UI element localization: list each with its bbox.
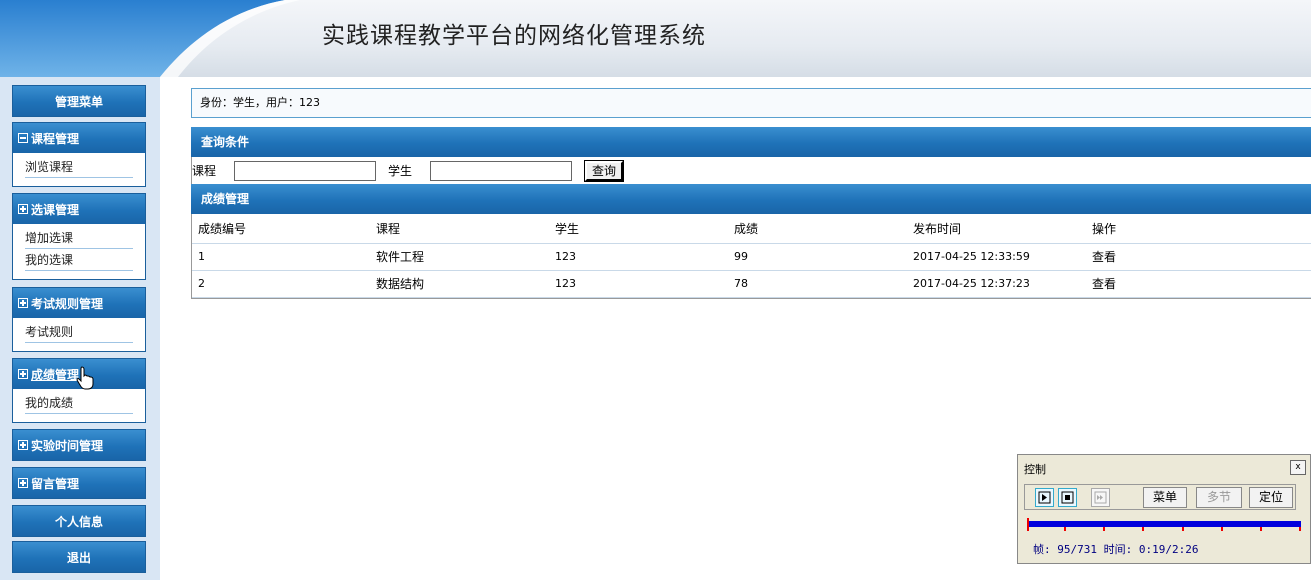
playback-control-window: 控制 x 菜单 多节 定位 帧: 95/731 时间: 0:19/2:26 <box>1017 454 1311 564</box>
panel-title: 选课管理 <box>31 202 80 217</box>
course-input[interactable] <box>234 160 377 181</box>
sidebar-panel-lab-time-header[interactable]: 实验时间管理 <box>13 430 145 460</box>
expand-icon <box>18 440 28 450</box>
sidebar-item-add-selection[interactable]: 增加选课 <box>25 227 133 249</box>
stop-icon[interactable] <box>1058 488 1077 507</box>
cell-student: 123 <box>549 243 728 271</box>
cell-score: 99 <box>728 243 907 271</box>
expand-icon <box>18 204 28 214</box>
view-link[interactable]: 查看 <box>1086 243 1311 271</box>
expand-icon <box>18 369 28 379</box>
query-button[interactable]: 查询 <box>584 159 625 182</box>
grade-table-wrap: 成绩编号 课程 学生 成绩 发布时间 操作 1 软件工程 123 99 2017… <box>191 214 1311 299</box>
sidebar-item-browse-courses[interactable]: 浏览课程 <box>25 156 133 178</box>
page-header: 实践课程教学平台的网络化管理系统 <box>0 0 1311 77</box>
cell-time: 2017-04-25 12:33:59 <box>907 243 1086 271</box>
identity-bar: 身份：学生，用户：123 <box>191 88 1311 118</box>
progress-tick <box>1142 527 1144 531</box>
sidebar-item-my-grades[interactable]: 我的成绩 <box>25 392 133 414</box>
sidebar-panel-exam-rules: 考试规则管理 考试规则 <box>12 287 146 352</box>
sidebar-panel-messages-header[interactable]: 留言管理 <box>13 468 145 498</box>
progress-tick <box>1064 527 1066 531</box>
panel-title: 课程管理 <box>31 131 80 146</box>
expand-icon <box>18 298 28 308</box>
table-row: 2 数据结构 123 78 2017-04-25 12:37:23 查看 <box>192 270 1311 298</box>
frame-time-status: 帧: 95/731 时间: 0:19/2:26 <box>1033 543 1199 556</box>
hand-cursor-icon <box>76 366 94 390</box>
locate-button[interactable]: 定位 <box>1249 487 1293 508</box>
column-header-id: 成绩编号 <box>192 214 370 244</box>
course-label: 课程 <box>192 164 217 178</box>
collapse-icon <box>18 133 28 143</box>
progress-tick <box>1221 527 1223 531</box>
column-header-time: 发布时间 <box>907 214 1086 244</box>
table-row: 1 软件工程 123 99 2017-04-25 12:33:59 查看 <box>192 243 1311 271</box>
sidebar-item-exam-rules[interactable]: 考试规则 <box>25 321 133 343</box>
progress-tick <box>1299 527 1301 531</box>
cell-course: 数据结构 <box>370 270 549 298</box>
play-icon[interactable] <box>1035 488 1054 507</box>
sidebar-panel-course: 课程管理 浏览课程 <box>12 122 146 187</box>
menu-header-button[interactable]: 管理菜单 <box>12 85 146 117</box>
sidebar-panel-selection-header[interactable]: 选课管理 <box>13 194 145 224</box>
panel-title: 成绩管理 <box>31 367 80 382</box>
view-link[interactable]: 查看 <box>1086 270 1311 298</box>
sidebar-panel-messages: 留言管理 <box>12 467 146 499</box>
cell-time: 2017-04-25 12:37:23 <box>907 270 1086 298</box>
table-header-row: 成绩编号 课程 学生 成绩 发布时间 操作 <box>192 214 1311 244</box>
query-section: 查询条件 课程 学生 查询 <box>191 127 1311 184</box>
logout-button[interactable]: 退出 <box>12 541 146 573</box>
expand-icon <box>18 478 28 488</box>
query-section-title: 查询条件 <box>191 127 1311 157</box>
sidebar-panel-selection: 选课管理 增加选课 我的选课 <box>12 193 146 280</box>
sidebar-item-my-selection[interactable]: 我的选课 <box>25 249 133 271</box>
fast-forward-icon[interactable] <box>1091 488 1110 507</box>
column-header-action: 操作 <box>1086 214 1311 244</box>
sidebar-panel-lab-time: 实验时间管理 <box>12 429 146 461</box>
control-window-title: 控制 <box>1024 463 1046 476</box>
panel-title: 留言管理 <box>31 476 80 491</box>
multi-section-button[interactable]: 多节 <box>1196 487 1242 508</box>
menu-button[interactable]: 菜单 <box>1143 487 1187 508</box>
progress-tick <box>1260 527 1262 531</box>
cell-id: 2 <box>192 270 370 298</box>
close-icon[interactable]: x <box>1290 460 1306 475</box>
panel-title: 考试规则管理 <box>31 296 104 311</box>
cell-student: 123 <box>549 270 728 298</box>
control-toolbar: 菜单 多节 定位 <box>1024 484 1296 510</box>
column-header-course: 课程 <box>370 214 549 244</box>
progress-tick <box>1182 527 1184 531</box>
cell-id: 1 <box>192 243 370 271</box>
query-row: 课程 学生 查询 <box>191 157 1311 184</box>
panel-title: 实验时间管理 <box>31 438 104 453</box>
student-input[interactable] <box>430 160 573 181</box>
progress-tick <box>1103 527 1105 531</box>
sidebar-panel-course-header[interactable]: 课程管理 <box>13 123 145 153</box>
cell-score: 78 <box>728 270 907 298</box>
progress-marker[interactable] <box>1027 518 1029 531</box>
sidebar-panel-exam-rules-header[interactable]: 考试规则管理 <box>13 288 145 318</box>
grade-section-title: 成绩管理 <box>191 184 1311 214</box>
page-title: 实践课程教学平台的网络化管理系统 <box>322 23 706 49</box>
column-header-student: 学生 <box>549 214 728 244</box>
cell-course: 软件工程 <box>370 243 549 271</box>
progress-track[interactable] <box>1027 518 1301 531</box>
column-header-score: 成绩 <box>728 214 907 244</box>
profile-button[interactable]: 个人信息 <box>12 505 146 537</box>
grade-table: 成绩编号 课程 学生 成绩 发布时间 操作 1 软件工程 123 99 2017… <box>192 214 1311 298</box>
student-label: 学生 <box>388 164 413 178</box>
grade-section: 成绩管理 成绩编号 课程 学生 成绩 发布时间 操作 1 软件工程 123 99… <box>191 184 1311 299</box>
